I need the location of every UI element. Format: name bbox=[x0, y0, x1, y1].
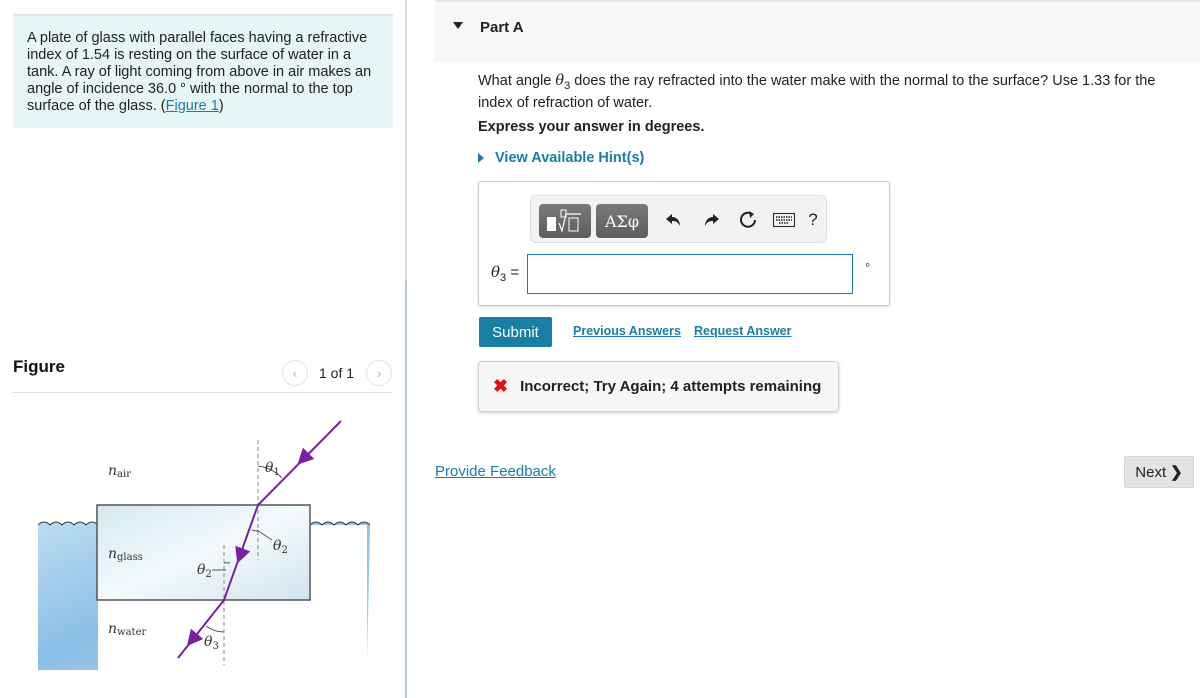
chevron-right-icon: ❯ bbox=[1170, 464, 1183, 481]
keyboard-button[interactable] bbox=[772, 208, 796, 232]
previous-answers-link[interactable]: Previous Answers bbox=[573, 324, 681, 338]
equals-sign: = bbox=[510, 264, 520, 281]
keyboard-icon bbox=[773, 213, 795, 227]
redo-icon bbox=[705, 214, 719, 226]
incorrect-x-icon: ✖ bbox=[493, 376, 509, 396]
label-theta1: θ1 bbox=[265, 460, 280, 478]
chevron-right-icon: › bbox=[376, 365, 382, 381]
submit-button[interactable]: Submit bbox=[479, 317, 552, 347]
figure-count: 1 of 1 bbox=[319, 365, 355, 381]
refraction-diagram: nair nglass nwater θ1 θ2 θ2 θ3 bbox=[37, 420, 371, 670]
collapse-triangle-icon bbox=[453, 22, 463, 29]
undo-button[interactable] bbox=[662, 208, 686, 232]
caret-right-icon bbox=[478, 153, 484, 163]
answer-var-sub: 3 bbox=[500, 272, 507, 284]
answer-var: θ bbox=[491, 263, 501, 281]
reset-button[interactable] bbox=[736, 208, 760, 232]
next-label: Next bbox=[1135, 463, 1167, 481]
part-title: Part A bbox=[480, 19, 524, 36]
question-text: What angle θ3 does the ray refracted int… bbox=[478, 73, 1193, 112]
figure-prev-button[interactable]: ‹ bbox=[282, 360, 308, 386]
help-button[interactable]: ? bbox=[801, 208, 825, 232]
figure-divider bbox=[13, 392, 392, 393]
question-post: does the ray refracted into the water ma… bbox=[478, 73, 1156, 111]
figure-link[interactable]: Figure 1 bbox=[166, 98, 219, 114]
figure-pager: ‹ 1 of 1 › bbox=[282, 360, 393, 386]
undo-icon bbox=[666, 214, 680, 226]
part-a-header[interactable]: Part A bbox=[435, 0, 1200, 62]
left-panel: A plate of glass with parallel faces hav… bbox=[0, 0, 405, 698]
question-pre: What angle bbox=[478, 73, 556, 89]
feedback-message: ✖ Incorrect; Try Again; 4 attempts remai… bbox=[478, 361, 839, 412]
close-paren: ) bbox=[218, 98, 224, 114]
ray-arrow-incident bbox=[297, 447, 315, 465]
templates-button[interactable] bbox=[539, 204, 591, 238]
label-theta3: θ3 bbox=[204, 634, 219, 652]
question-var: θ bbox=[555, 73, 565, 89]
feedback-text: Incorrect; Try Again; 4 attempts remaini… bbox=[520, 378, 822, 395]
greek-symbols-button[interactable]: ΑΣφ bbox=[596, 204, 648, 238]
next-button[interactable]: Next ❯ bbox=[1124, 456, 1194, 488]
problem-statement: A plate of glass with parallel faces hav… bbox=[13, 14, 393, 128]
answer-box: ΑΣφ ? θ3 = ° bbox=[478, 181, 890, 306]
reset-icon bbox=[740, 211, 756, 228]
degree-unit: ° bbox=[865, 260, 871, 275]
request-answer-link[interactable]: Request Answer bbox=[694, 324, 791, 338]
hints-label: View Available Hint(s) bbox=[495, 150, 645, 166]
redo-button[interactable] bbox=[699, 208, 723, 232]
scrollbar-thumb[interactable] bbox=[405, 280, 407, 698]
answer-input[interactable] bbox=[527, 254, 853, 294]
answer-variable-label: θ3 = bbox=[491, 263, 519, 284]
templates-radical-icon bbox=[547, 209, 581, 234]
chevron-left-icon: ‹ bbox=[292, 365, 298, 381]
figure-next-button[interactable]: › bbox=[366, 360, 393, 386]
label-n-water: nwater bbox=[108, 621, 146, 638]
figure-title: Figure bbox=[13, 357, 65, 376]
express-instruction: Express your answer in degrees. bbox=[478, 119, 705, 135]
math-toolbar: ΑΣφ ? bbox=[530, 195, 827, 243]
label-n-air: nair bbox=[108, 463, 131, 480]
provide-feedback-link[interactable]: Provide Feedback bbox=[435, 463, 556, 480]
view-hints-toggle[interactable]: View Available Hint(s) bbox=[478, 150, 644, 166]
theta3-arc bbox=[205, 625, 225, 633]
ray-arrow-water bbox=[186, 628, 204, 647]
